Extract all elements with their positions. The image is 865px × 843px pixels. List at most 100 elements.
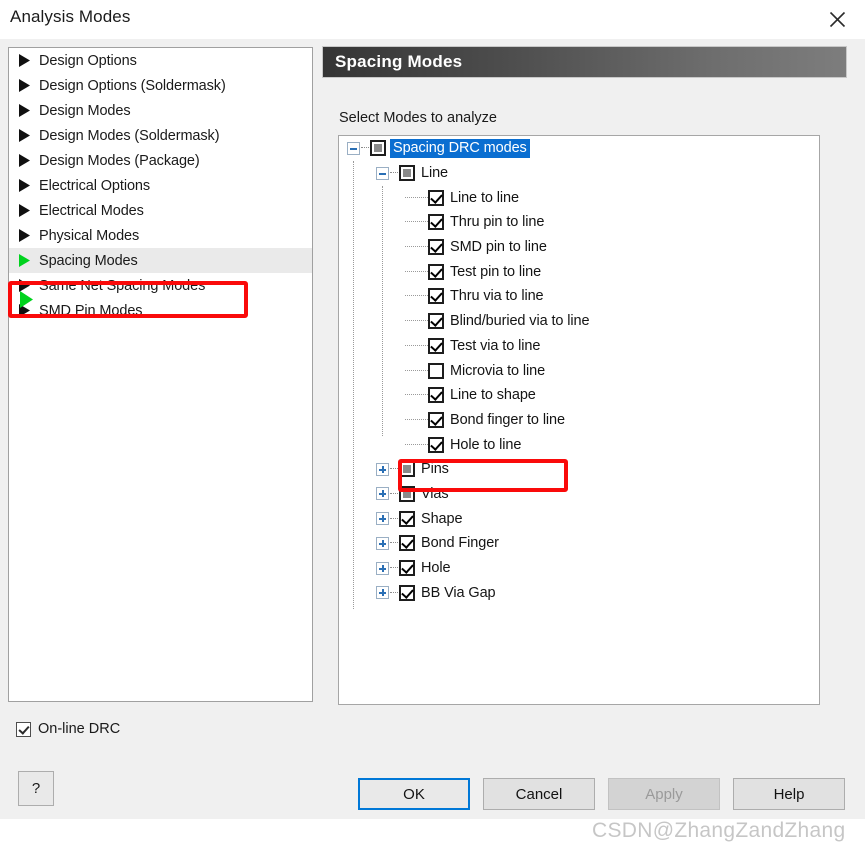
tree-row[interactable]: BB Via Gap — [339, 580, 819, 605]
tree-connector-line — [405, 295, 428, 297]
checkbox-checked-icon[interactable] — [428, 437, 444, 453]
online-drc-checkbox[interactable]: On-line DRC — [16, 721, 120, 737]
tree-row[interactable]: Line — [339, 161, 819, 186]
tree-row[interactable]: Blind/buried via to line — [339, 309, 819, 334]
checkbox-checked-icon[interactable] — [428, 338, 444, 354]
tree-row[interactable]: Bond finger to line — [339, 408, 819, 433]
tree-row[interactable]: Thru via to line — [339, 284, 819, 309]
apply-button: Apply — [608, 778, 720, 810]
triangle-right-icon — [18, 78, 34, 93]
sidebar-item-label: Same Net Spacing Modes — [39, 278, 205, 294]
dialog-body: Design Options Design Options (Soldermask… — [0, 39, 865, 819]
triangle-right-icon — [18, 278, 34, 293]
tree-node-label: Bond Finger — [421, 535, 499, 551]
expand-plus-icon[interactable] — [376, 562, 389, 575]
collapse-minus-icon[interactable] — [376, 167, 389, 180]
checkbox-checked-icon[interactable] — [428, 214, 444, 230]
sidebar-item-design-modes[interactable]: Design Modes — [9, 98, 312, 123]
sidebar-item-design-options[interactable]: Design Options — [9, 48, 312, 73]
sidebar-item-label: Design Options (Soldermask) — [39, 78, 226, 94]
sidebar-item-smd-pin-modes[interactable]: SMD Pin Modes — [9, 298, 312, 323]
tree-row[interactable]: Microvia to line — [339, 358, 819, 383]
sidebar-item-electrical-options[interactable]: Electrical Options — [9, 173, 312, 198]
expand-plus-icon[interactable] — [376, 463, 389, 476]
tree-connector-line — [390, 542, 398, 544]
checkbox-indeterminate-icon[interactable] — [370, 140, 386, 156]
checkbox-indeterminate-icon[interactable] — [399, 486, 415, 502]
checkbox-checked-icon[interactable] — [399, 560, 415, 576]
tree-connector-line — [405, 444, 428, 446]
checkbox-checked-icon[interactable] — [428, 264, 444, 280]
category-list[interactable]: Design Options Design Options (Soldermask… — [8, 47, 313, 702]
tree-connector-line — [405, 221, 428, 223]
ok-button[interactable]: OK — [358, 778, 470, 810]
checkbox-checked-icon[interactable] — [428, 190, 444, 206]
expand-plus-icon[interactable] — [376, 586, 389, 599]
sidebar-item-physical-modes[interactable]: Physical Modes — [9, 223, 312, 248]
tree-row[interactable]: Bond Finger — [339, 531, 819, 556]
tree-connector-line — [390, 172, 398, 174]
tree-row[interactable]: Vias — [339, 482, 819, 507]
tree-guide-line — [353, 161, 355, 609]
tree-node-label: Microvia to line — [450, 363, 545, 379]
cancel-button[interactable]: Cancel — [483, 778, 595, 810]
tree-node-label: Blind/buried via to line — [450, 313, 589, 329]
tree-row[interactable]: Test pin to line — [339, 259, 819, 284]
triangle-right-icon — [18, 128, 34, 143]
checkbox-unchecked-icon[interactable] — [428, 363, 444, 379]
sidebar-item-electrical-modes[interactable]: Electrical Modes — [9, 198, 312, 223]
checkbox-indeterminate-icon[interactable] — [399, 165, 415, 181]
tree-row[interactable]: Shape — [339, 506, 819, 531]
tree-node-label: Thru via to line — [450, 288, 544, 304]
sidebar-item-same-net-spacing-modes[interactable]: Same Net Spacing Modes — [9, 273, 312, 298]
checkbox-checked-icon[interactable] — [428, 387, 444, 403]
collapse-minus-icon[interactable] — [347, 142, 360, 155]
sidebar-item-label: Electrical Options — [39, 178, 150, 194]
checkbox-checked-icon[interactable] — [428, 288, 444, 304]
checkbox-checked-icon[interactable] — [428, 239, 444, 255]
close-icon[interactable] — [809, 0, 865, 39]
tree-row[interactable]: Thru pin to line — [339, 210, 819, 235]
checkbox-checked-icon[interactable] — [399, 585, 415, 601]
tree-connector-line — [390, 592, 398, 594]
checkbox-checked-icon[interactable] — [399, 511, 415, 527]
tree-connector-line — [405, 246, 428, 248]
online-drc-label: On-line DRC — [38, 721, 120, 737]
tree-row[interactable]: Hole to line — [339, 432, 819, 457]
tree-connector-line — [405, 320, 428, 322]
sidebar-item-design-options-soldermask[interactable]: Design Options (Soldermask) — [9, 73, 312, 98]
expand-plus-icon[interactable] — [376, 487, 389, 500]
sidebar-item-label: Design Modes (Soldermask) — [39, 128, 219, 144]
tree-row[interactable]: Hole — [339, 556, 819, 581]
tree-row[interactable]: Spacing DRC modes — [339, 136, 819, 161]
help-button[interactable]: Help — [733, 778, 845, 810]
tree-row[interactable]: Line to line — [339, 185, 819, 210]
triangle-right-icon — [18, 203, 34, 218]
tree-row[interactable]: Line to shape — [339, 383, 819, 408]
expand-plus-icon[interactable] — [376, 512, 389, 525]
checkbox-checked-icon[interactable] — [399, 535, 415, 551]
tree-row[interactable]: Pins — [339, 457, 819, 482]
tree-connector-line — [390, 518, 398, 520]
triangle-right-icon — [18, 153, 34, 168]
triangle-right-icon — [18, 103, 34, 118]
sidebar-item-design-modes-soldermask[interactable]: Design Modes (Soldermask) — [9, 123, 312, 148]
modes-tree[interactable]: Spacing DRC modesLine Line to line Thru pi… — [338, 135, 820, 705]
checkbox-checked-icon[interactable] — [428, 313, 444, 329]
triangle-right-icon — [18, 228, 34, 243]
sidebar-item-spacing-modes[interactable]: Spacing Modes — [9, 248, 312, 273]
tree-row[interactable]: SMD pin to line — [339, 235, 819, 260]
checkbox-indeterminate-icon[interactable] — [399, 461, 415, 477]
tree-row[interactable]: Test via to line — [339, 334, 819, 359]
tree-connector-line — [361, 147, 369, 149]
sidebar-item-design-modes-package[interactable]: Design Modes (Package) — [9, 148, 312, 173]
tree-connector-line — [390, 493, 398, 495]
checkbox-checked-icon[interactable] — [428, 412, 444, 428]
help-question-button[interactable]: ? — [18, 771, 54, 806]
tree-node-label: Vias — [421, 486, 449, 502]
tree-node-label: Line to line — [450, 190, 519, 206]
expand-plus-icon[interactable] — [376, 537, 389, 550]
tree-connector-line — [390, 567, 398, 569]
sidebar-item-label: Electrical Modes — [39, 203, 144, 219]
tree-node-label: Hole — [421, 560, 450, 576]
